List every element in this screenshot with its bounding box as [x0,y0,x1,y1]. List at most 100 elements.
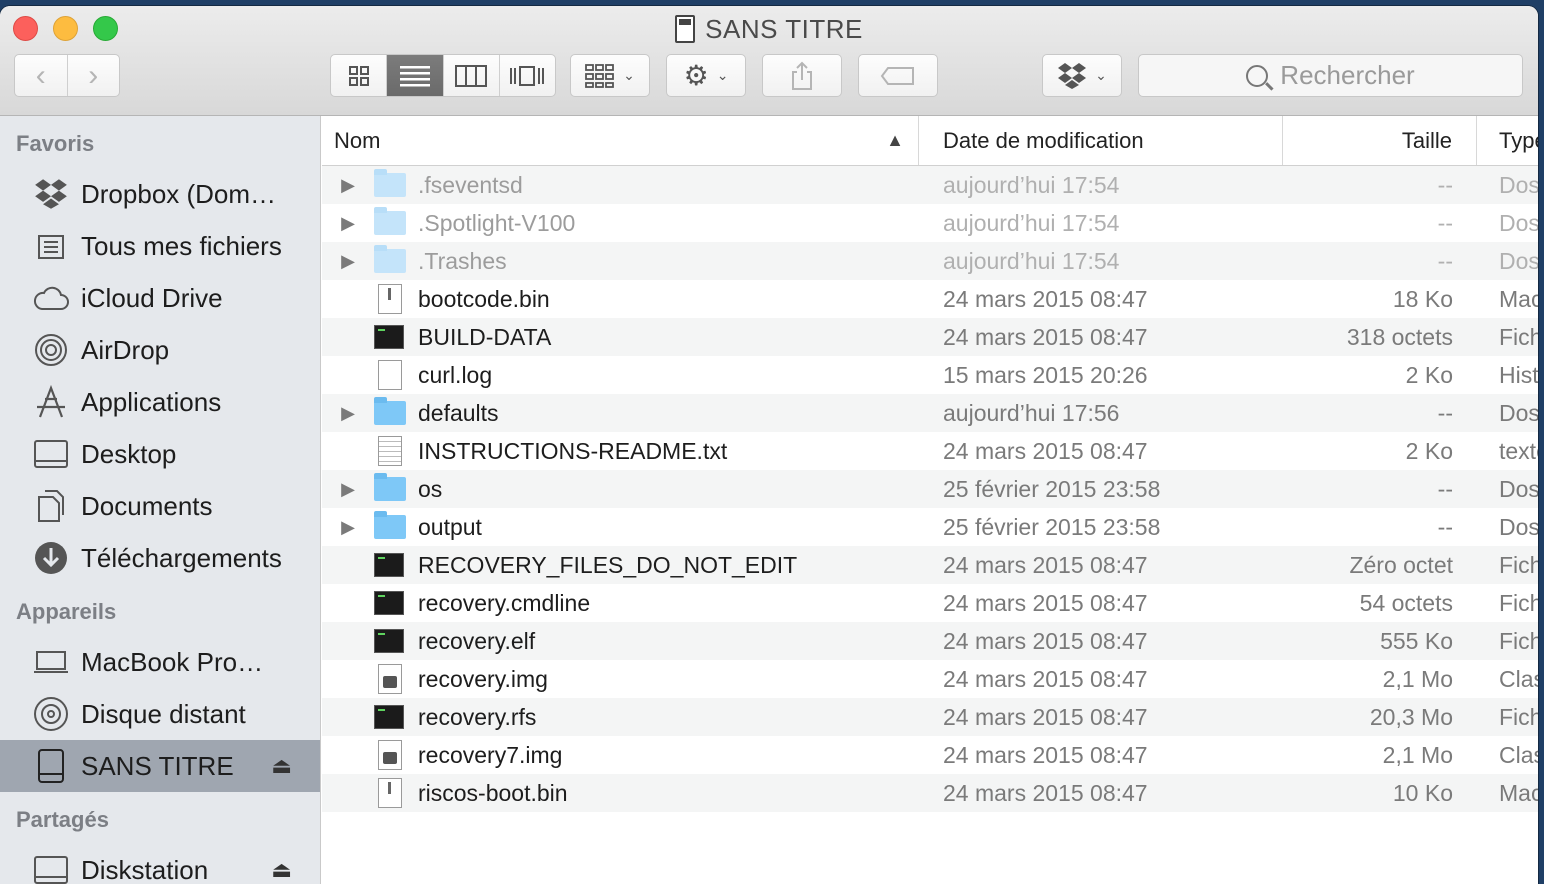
icon-view-button[interactable] [331,55,388,96]
eject-icon[interactable]: ⏏ [271,857,292,883]
file-icon-cell [374,511,418,539]
eject-icon[interactable]: ⏏ [271,753,292,779]
file-date: 24 mars 2015 08:47 [943,741,1148,768]
sidebar-item-icloud-drive[interactable]: iCloud Drive [0,272,320,324]
sidebar-section-shared: Partagés [16,807,109,832]
share-icon [792,61,812,90]
file-size: -- [1437,475,1453,502]
document-icon [378,360,402,390]
file-name: BUILD-DATA [418,323,552,350]
file-date: aujourd’hui 17:54 [943,171,1120,198]
disclosure-triangle-icon[interactable]: ▶ [322,403,374,424]
file-type: Dossier [1499,475,1538,502]
sidebar-item-macbook-pro[interactable]: MacBook Pro… [0,636,320,688]
sd-card-icon [675,15,696,43]
column-header-date[interactable]: Date de modification [919,116,1283,165]
table-row[interactable]: ▶ .Trashes aujourd’hui 17:54 -- Dossier [322,242,1538,280]
sidebar-item-remote-disc[interactable]: Disque distant [0,688,320,740]
sidebar-item-downloads[interactable]: Téléchargements [0,532,320,584]
file-type: Classeur [1499,665,1538,692]
back-button[interactable]: ‹ [15,55,68,96]
sidebar-item-label: Desktop [81,438,177,469]
cover-flow-button[interactable] [500,55,555,96]
sidebar-item-sans-titre[interactable]: SANS TITRE ⏏ [0,740,320,792]
search-icon [1246,64,1269,87]
window-title: SANS TITRE [0,14,1538,45]
disclosure-triangle-icon[interactable]: ▶ [322,213,374,234]
table-row[interactable]: recovery.rfs 24 mars 2015 08:47 20,3 Mo Fic… [322,698,1538,736]
file-date: aujourd’hui 17:56 [943,399,1120,426]
file-name: recovery.img [418,665,548,692]
search-field[interactable]: Rechercher [1138,54,1523,97]
file-type: Dossier [1499,513,1538,540]
file-size: -- [1437,171,1453,198]
file-icon-cell [374,436,418,466]
table-row[interactable]: curl.log 15 mars 2015 20:26 2 Ko Historique [322,356,1538,394]
sidebar-item-dropbox[interactable]: Dropbox (Dom… [0,168,320,220]
dropbox-icon [33,176,69,212]
list-view-button[interactable] [387,55,444,96]
dropbox-menu-button[interactable]: ⌄ [1042,54,1122,97]
file-icon-cell [374,629,418,653]
column-header-name[interactable]: Nom ▲ [322,116,919,165]
file-type: Dossier [1499,209,1538,236]
sidebar-item-label: Tous mes fichiers [81,230,282,261]
table-row[interactable]: INSTRUCTIONS-README.txt 24 mars 2015 08:4… [322,432,1538,470]
sidebar-section-devices: Appareils [16,599,117,624]
table-row[interactable]: riscos-boot.bin 24 mars 2015 08:47 10 Ko Ma… [322,774,1538,812]
column-header-type[interactable]: Type [1477,116,1538,165]
file-type: Fichier [1499,323,1538,350]
sidebar-item-desktop[interactable]: Desktop [0,428,320,480]
edit-tags-button[interactable] [858,54,938,97]
file-size: 2,1 Mo [1382,665,1453,692]
text-document-icon [378,436,402,466]
arrange-grid-icon [585,63,615,88]
file-type: MacBinary [1499,779,1538,806]
disclosure-triangle-icon[interactable]: ▶ [322,479,374,500]
arrange-button[interactable]: ⌄ [570,54,650,97]
executable-icon [378,778,402,808]
action-menu-button[interactable]: ⚙ ⌄ [666,54,746,97]
file-icon-cell [374,325,418,349]
sidebar-item-documents[interactable]: Documents [0,480,320,532]
disclosure-triangle-icon[interactable]: ▶ [322,175,374,196]
sidebar-item-diskstation[interactable]: Diskstation ⏏ [0,844,320,884]
table-row[interactable]: ▶ defaults aujourd’hui 17:56 -- Dossier [322,394,1538,432]
sidebar-item-label: AirDrop [81,334,170,365]
sidebar-item-label: Disque distant [81,698,246,729]
table-row[interactable]: ▶ os 25 février 2015 23:58 -- Dossier [322,470,1538,508]
column-header-label: Taille [1401,127,1452,153]
cloud-icon [33,280,69,316]
table-row[interactable]: recovery7.img 24 mars 2015 08:47 2,1 Mo Cla… [322,736,1538,774]
table-row[interactable]: ▶ .Spotlight-V100 aujourd’hui 17:54 -- Dossi… [322,204,1538,242]
folder-icon [374,245,406,273]
column-view-button[interactable] [444,55,500,96]
executable-icon [378,284,402,314]
chevron-down-icon: ⌄ [623,67,635,83]
chevron-down-icon: ⌄ [716,67,729,83]
all-files-icon [33,228,69,264]
disclosure-triangle-icon[interactable]: ▶ [322,251,374,272]
sidebar-item-all-files[interactable]: Tous mes fichiers [0,220,320,272]
file-size: -- [1437,399,1453,426]
sidebar-item-airdrop[interactable]: AirDrop [0,324,320,376]
folder-icon [374,207,406,235]
forward-button[interactable]: › [68,55,120,96]
disclosure-triangle-icon[interactable]: ▶ [322,517,374,538]
table-row[interactable]: BUILD-DATA 24 mars 2015 08:47 318 octets Fi… [322,318,1538,356]
file-date: 24 mars 2015 08:47 [943,627,1148,654]
table-row[interactable]: recovery.img 24 mars 2015 08:47 2,1 Mo Clas… [322,660,1538,698]
table-row[interactable]: ▶ .fseventsd aujourd’hui 17:54 -- Dossier [322,166,1538,204]
table-row[interactable]: recovery.elf 24 mars 2015 08:47 555 Ko Fich… [322,622,1538,660]
sidebar-item-applications[interactable]: Applications [0,376,320,428]
table-row[interactable]: bootcode.bin 24 mars 2015 08:47 18 Ko MacBi… [322,280,1538,318]
table-row[interactable]: recovery.cmdline 24 mars 2015 08:47 54 oct… [322,584,1538,622]
table-row[interactable]: RECOVERY_FILES_DO_NOT_EDIT 24 mars 2015 0… [322,546,1538,584]
disk-image-icon [378,664,402,694]
share-button[interactable] [762,54,842,97]
folder-icon [374,511,406,539]
file-name: bootcode.bin [418,285,550,312]
column-header-size[interactable]: Taille [1283,116,1477,165]
table-row[interactable]: ▶ output 25 février 2015 23:58 -- Dossier [322,508,1538,546]
toolbar: SANS TITRE ‹ › ⌄ ⚙ ⌄ ⌄ Rechercher [0,6,1538,116]
